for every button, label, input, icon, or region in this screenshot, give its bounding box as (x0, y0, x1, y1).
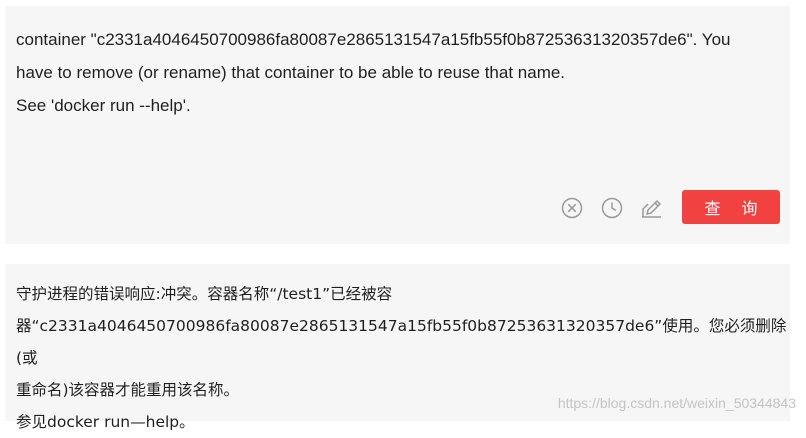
source-text-input[interactable]: container "c2331a4046450700986fa80087e28… (16, 23, 786, 122)
clear-icon[interactable] (560, 196, 584, 220)
translation-result-text: 守护进程的错误响应:冲突。容器名称“/test1”已经被容 器“c2331a40… (16, 285, 787, 431)
history-icon[interactable] (600, 196, 624, 220)
query-button[interactable]: 查 询 (682, 190, 780, 224)
watermark: https://blog.csdn.net/weixin_50344843 (557, 395, 796, 411)
source-text-panel[interactable]: container "c2331a4046450700986fa80087e28… (5, 6, 790, 244)
edit-icon[interactable] (640, 196, 664, 220)
